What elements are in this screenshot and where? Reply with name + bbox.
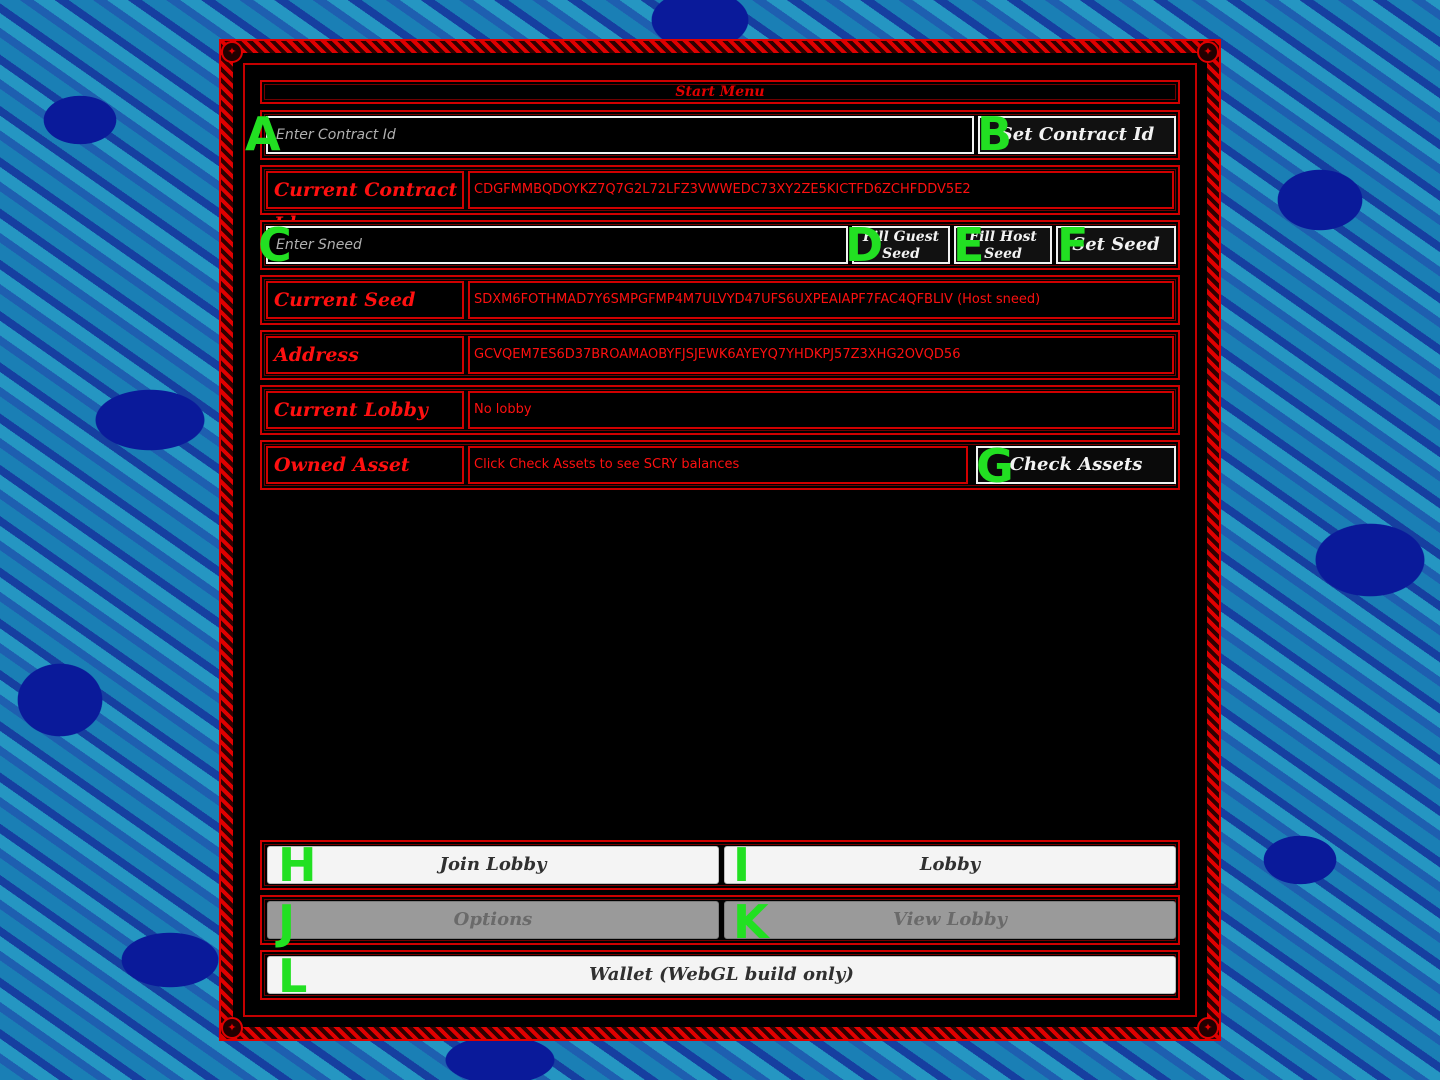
owned-asset-value: Click Check Assets to see SCRY balances (468, 446, 968, 484)
current-contract-value: CDGFMMBQDOYKZ7Q7G2L72LFZ3VWWEDC73XY2ZE5K… (468, 171, 1174, 209)
set-seed-button[interactable]: Set Seed (1056, 226, 1176, 264)
owned-asset-row: Owned Asset Click Check Assets to see SC… (260, 440, 1180, 490)
fill-guest-seed-button[interactable]: Fill Guest Seed (852, 226, 950, 264)
corner-ornament-icon: ✦ (1197, 1017, 1219, 1039)
check-assets-button[interactable]: Check Assets (976, 446, 1176, 484)
corner-ornament-icon: ✦ (221, 41, 243, 63)
address-row: Address GCVQEM7ES6D37BROAMAOBYFJSJEWK6AY… (260, 330, 1180, 380)
options-buttons-row: Options View Lobby (260, 895, 1180, 945)
owned-asset-label: Owned Asset (266, 446, 464, 484)
contract-id-input[interactable]: Enter Contract Id (266, 116, 974, 154)
lobby-buttons-row: Join Lobby Lobby (260, 840, 1180, 890)
fill-host-seed-button[interactable]: Fill Host Seed (954, 226, 1052, 264)
view-lobby-button[interactable]: View Lobby (724, 901, 1176, 939)
corner-ornament-icon: ✦ (1197, 41, 1219, 63)
current-lobby-row: Current Lobby No lobby (260, 385, 1180, 435)
current-lobby-value: No lobby (468, 391, 1174, 429)
set-contract-id-button[interactable]: Set Contract Id (978, 116, 1176, 154)
options-button[interactable]: Options (267, 901, 719, 939)
wallet-button-row: Wallet (WebGL build only) (260, 950, 1180, 1000)
contract-input-row: Enter Contract Id Set Contract Id (260, 110, 1180, 160)
lobby-button[interactable]: Lobby (724, 846, 1176, 884)
current-contract-label: Current Contract Id (266, 171, 464, 235)
join-lobby-button[interactable]: Join Lobby (267, 846, 719, 884)
current-seed-value: SDXM6FOTHMAD7Y6SMPGFMP4M7ULVYD47UFS6UXPE… (468, 281, 1174, 319)
address-label: Address (266, 336, 464, 374)
corner-ornament-icon: ✦ (221, 1017, 243, 1039)
current-contract-row: Current Contract Id CDGFMMBQDOYKZ7Q7G2L7… (260, 165, 1180, 235)
seed-input[interactable]: Enter Sneed (266, 226, 848, 264)
page-title: Start Menu (675, 84, 765, 100)
title-bar: Start Menu (260, 80, 1180, 104)
current-seed-row: Current Seed SDXM6FOTHMAD7Y6SMPGFMP4M7UL… (260, 275, 1180, 325)
seed-input-row: Enter Sneed Fill Guest Seed Fill Host Se… (260, 220, 1180, 270)
current-lobby-label: Current Lobby (266, 391, 464, 429)
current-seed-label: Current Seed (266, 281, 464, 319)
address-value: GCVQEM7ES6D37BROAMAOBYFJSJEWK6AYEYQ7YHDK… (468, 336, 1174, 374)
wallet-button[interactable]: Wallet (WebGL build only) (267, 956, 1176, 994)
